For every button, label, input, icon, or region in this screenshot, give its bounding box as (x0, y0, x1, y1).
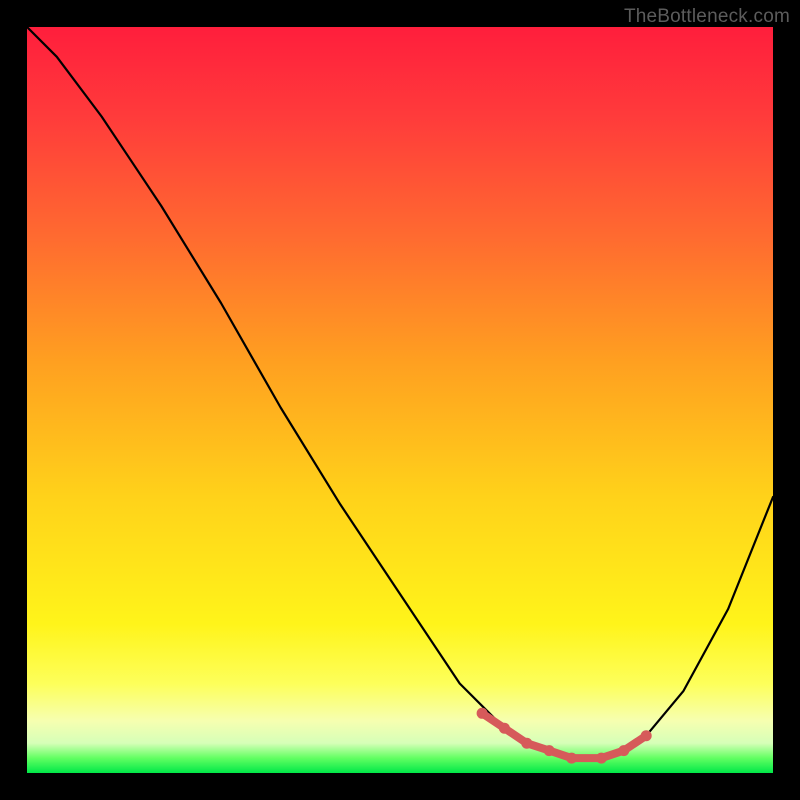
bottleneck-chart-svg (27, 27, 773, 773)
trough-marker-dot (641, 731, 651, 741)
trough-marker-dot (544, 746, 554, 756)
trough-marker-dot (477, 708, 487, 718)
trough-marker-dot (567, 753, 577, 763)
watermark-text: TheBottleneck.com (624, 6, 790, 28)
trough-marker-dot (619, 746, 629, 756)
trough-marker-dot (499, 723, 509, 733)
trough-marker-dot (596, 753, 606, 763)
trough-marker-dot (522, 738, 532, 748)
bottleneck-curve (27, 27, 773, 758)
